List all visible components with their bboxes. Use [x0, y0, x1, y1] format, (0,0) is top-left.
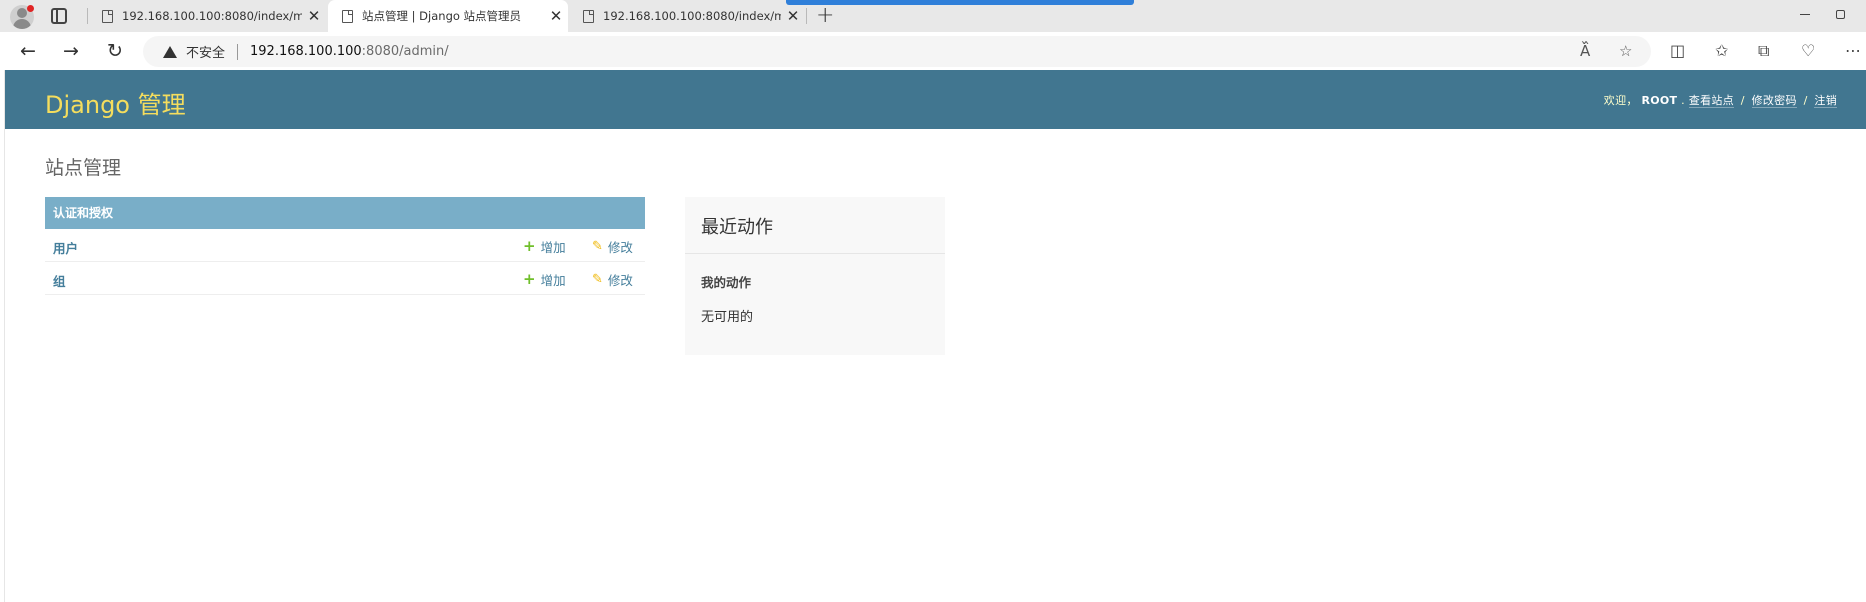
- view-site-link[interactable]: 查看站点: [1688, 94, 1734, 108]
- site-branding[interactable]: Django 管理: [45, 85, 186, 120]
- page-icon: [102, 9, 113, 23]
- change-groups-link[interactable]: ✎ 修改: [592, 270, 633, 289]
- back-icon[interactable]: ←: [14, 38, 42, 64]
- username-suffix: .: [1681, 94, 1689, 107]
- profile-body: [13, 19, 31, 29]
- browser-essentials-icon[interactable]: ♡: [1801, 41, 1815, 60]
- read-aloud-icon[interactable]: A᷈: [1580, 42, 1590, 60]
- url-path: :8080/admin/: [361, 44, 449, 59]
- favorite-star-icon[interactable]: ☆: [1619, 42, 1632, 60]
- plus-icon: +: [523, 237, 536, 255]
- new-tab-button[interactable]: +: [816, 3, 834, 28]
- favorites-icon[interactable]: ✩: [1715, 41, 1728, 60]
- plus-icon: +: [523, 270, 536, 288]
- welcome-text: 欢迎，: [1603, 94, 1638, 107]
- model-link-groups[interactable]: 组: [53, 271, 66, 290]
- tab-3-title: 192.168.100.100:8080/index/main/: [603, 9, 781, 23]
- divider: [685, 253, 945, 254]
- admin-header: Django 管理 欢迎， ROOT . 查看站点 / 修改密码 / 注销: [5, 70, 1866, 129]
- app-module-auth: 认证和授权 用户 + 增加 ✎ 修改 组 + 增加 ✎ 修改: [45, 197, 645, 295]
- recent-actions-title: 最近动作: [701, 217, 773, 238]
- add-users-link[interactable]: + 增加: [523, 237, 566, 256]
- pencil-icon: ✎: [592, 272, 603, 287]
- pencil-icon: ✎: [592, 239, 603, 254]
- tab-1-close-icon[interactable]: ✕: [302, 7, 326, 25]
- user-tools: 欢迎， ROOT . 查看站点 / 修改密码 / 注销: [1604, 92, 1837, 108]
- recent-actions-panel: 最近动作 我的动作 无可用的: [685, 197, 945, 355]
- tab-3[interactable]: 192.168.100.100:8080/index/main/ ✕: [569, 0, 805, 32]
- add-label: 增加: [540, 273, 566, 288]
- page-icon: [342, 9, 353, 23]
- change-users-link[interactable]: ✎ 修改: [592, 237, 633, 256]
- change-label: 修改: [607, 273, 633, 288]
- url-host: 192.168.100.100: [250, 44, 362, 59]
- address-bar[interactable]: 不安全 192.168.100.100 :8080/admin/ A᷈ ☆: [143, 36, 1651, 67]
- window-restore-icon[interactable]: [1836, 10, 1845, 19]
- tab-actions-icon[interactable]: [51, 8, 67, 24]
- tab-drag-indicator: [786, 0, 1134, 5]
- tab-3-close-icon[interactable]: ✕: [781, 7, 805, 25]
- collections-icon[interactable]: ⧉: [1758, 41, 1769, 61]
- tab-2-title: 站点管理 | Django 站点管理员: [362, 9, 522, 23]
- refresh-icon[interactable]: ↻: [101, 38, 129, 64]
- browser-toolbar: ← → ↻ 不安全 192.168.100.100 :8080/admin/ A…: [0, 32, 1866, 70]
- warning-icon: [163, 45, 177, 58]
- split-screen-icon[interactable]: ◫: [1670, 41, 1685, 60]
- tab-2-active[interactable]: 站点管理 | Django 站点管理员 ✕: [328, 0, 568, 32]
- table-row: 用户 + 增加 ✎ 修改: [45, 229, 645, 262]
- profile-head: [17, 8, 27, 18]
- change-label: 修改: [607, 240, 633, 255]
- forward-icon[interactable]: →: [57, 38, 85, 64]
- security-label[interactable]: 不安全: [186, 42, 225, 61]
- no-actions-text: 无可用的: [701, 310, 754, 325]
- add-groups-link[interactable]: + 增加: [523, 270, 566, 289]
- window-minimize-icon[interactable]: [1800, 14, 1810, 15]
- tab-2-close-icon[interactable]: ✕: [544, 7, 568, 25]
- tab-separator: [806, 8, 807, 24]
- username: ROOT: [1641, 94, 1678, 107]
- page-icon: [583, 9, 594, 23]
- browser-tabbar: 192.168.100.100:8080/index/main/ ✕ 站点管理 …: [0, 0, 1866, 32]
- module-caption[interactable]: 认证和授权: [45, 197, 645, 229]
- change-password-link[interactable]: 修改密码: [1751, 94, 1797, 108]
- page-title: 站点管理: [45, 157, 122, 179]
- tab-1-title: 192.168.100.100:8080/index/main/: [122, 9, 302, 23]
- separator: /: [1803, 94, 1808, 107]
- tab-1[interactable]: 192.168.100.100:8080/index/main/ ✕: [88, 0, 326, 32]
- add-label: 增加: [540, 240, 566, 255]
- my-actions-heading: 我的动作: [701, 275, 752, 290]
- separator: /: [1740, 94, 1745, 107]
- model-link-users[interactable]: 用户: [53, 238, 78, 257]
- address-separator: [237, 43, 239, 60]
- more-menu-icon[interactable]: ⋯: [1845, 41, 1861, 60]
- logout-link[interactable]: 注销: [1814, 94, 1837, 108]
- table-row: 组 + 增加 ✎ 修改: [45, 262, 645, 295]
- profile-notification-dot: [27, 5, 34, 12]
- admin-page: Django 管理 欢迎， ROOT . 查看站点 / 修改密码 / 注销 站点…: [4, 70, 1866, 602]
